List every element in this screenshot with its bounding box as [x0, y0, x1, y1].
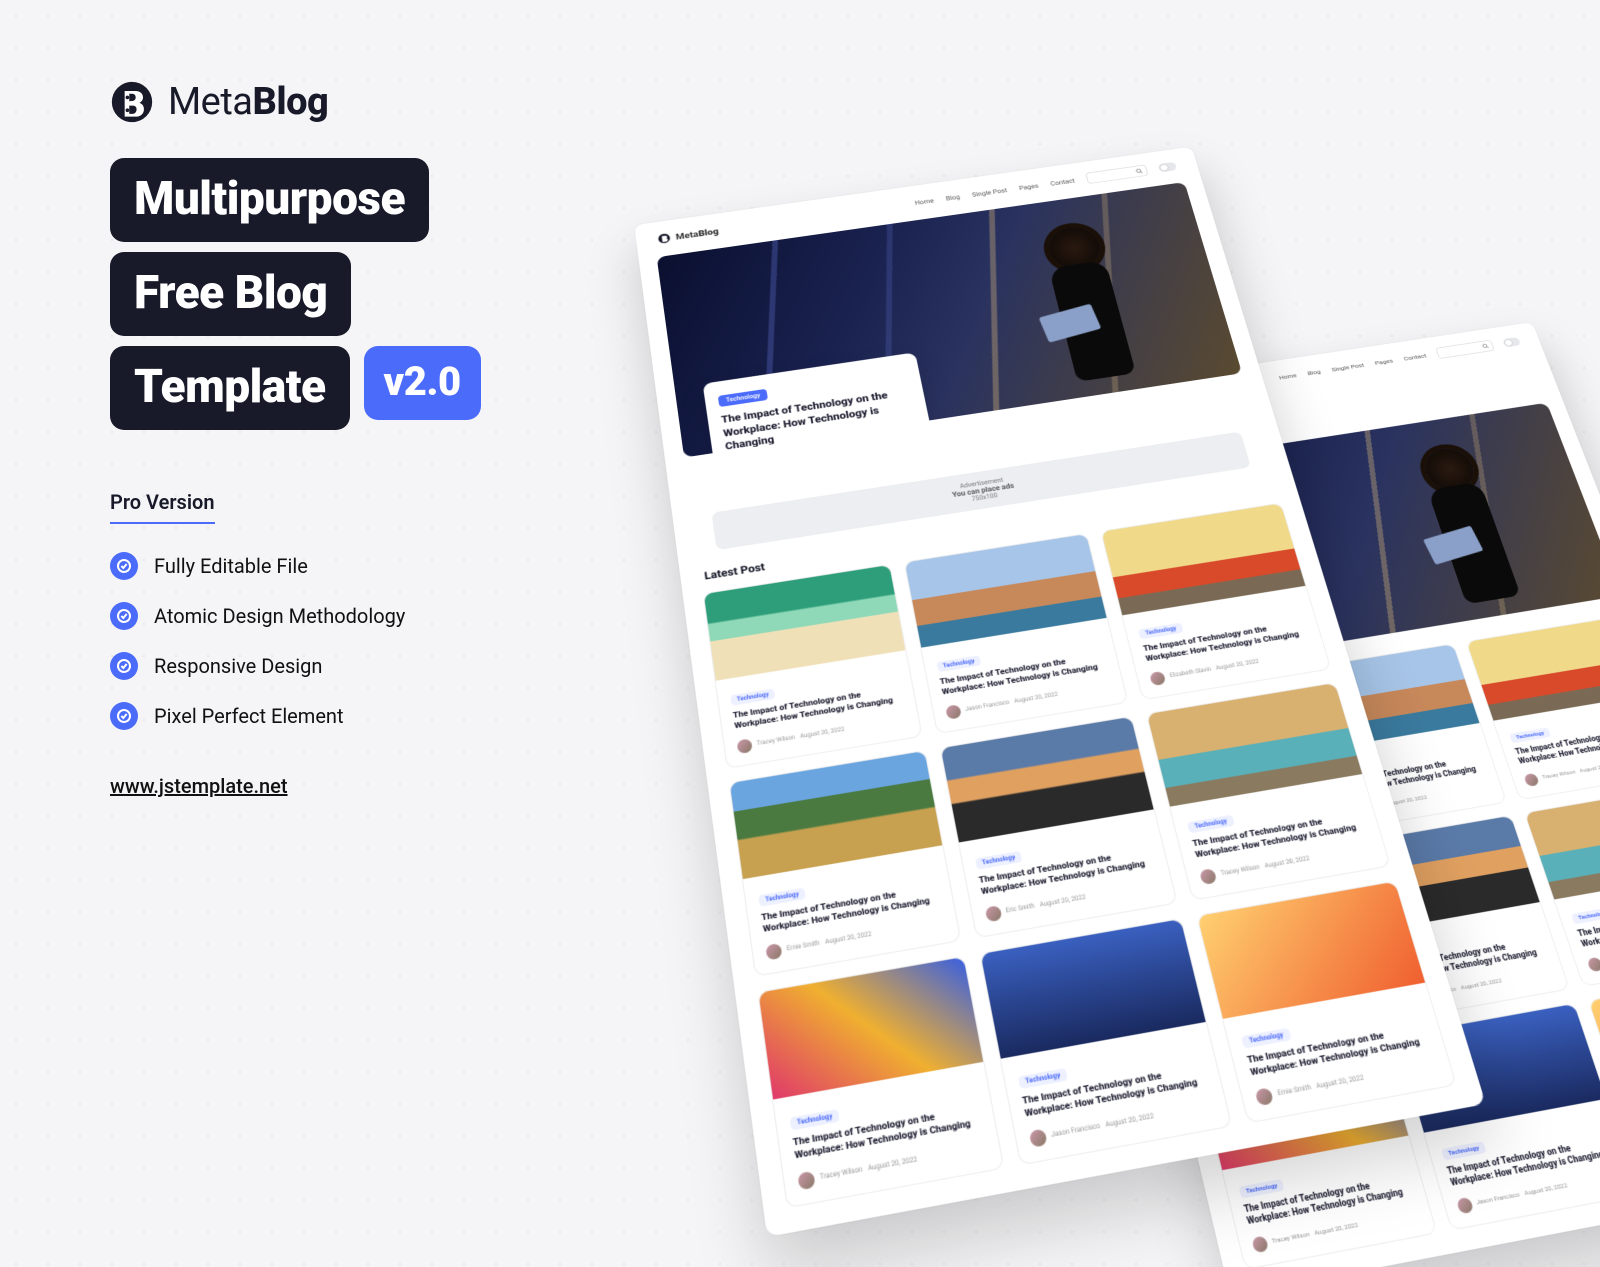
category-badge: Technology	[975, 851, 1023, 870]
post-card[interactable]: TechnologyThe Impact of Technology on th…	[729, 750, 961, 977]
features-list: Fully Editable File Atomic Design Method…	[110, 552, 670, 730]
preview-nav: Home Blog Single Post Pages Contact	[1277, 336, 1521, 383]
search-input[interactable]	[1435, 340, 1495, 359]
avatar	[1456, 1197, 1474, 1215]
avatar	[1149, 671, 1166, 686]
theme-toggle[interactable]	[1158, 162, 1178, 173]
feature-text: Pixel Perfect Element	[154, 704, 344, 728]
avatar	[765, 943, 782, 960]
avatar	[1524, 773, 1541, 787]
nav-link[interactable]: Contact	[1403, 352, 1427, 362]
theme-toggle[interactable]	[1502, 337, 1521, 348]
version-badge: v2.0	[364, 346, 481, 420]
category-badge: Technology	[789, 1109, 840, 1130]
nav-link[interactable]: Pages	[1018, 182, 1039, 191]
avatar	[1251, 1235, 1269, 1253]
check-icon	[110, 552, 138, 580]
headline-pill-3: Template	[110, 346, 350, 430]
feature-item: Fully Editable File	[110, 552, 670, 580]
category-badge: Technology	[936, 655, 981, 672]
avatar	[797, 1171, 815, 1191]
preview-home-page: MetaBlog Home Blog Single Post Pages Con…	[634, 147, 1486, 1237]
headline-pill-1: Multipurpose	[110, 158, 429, 242]
nav-link[interactable]: Single Post	[1331, 362, 1365, 373]
check-icon	[110, 602, 138, 630]
feature-text: Fully Editable File	[154, 554, 308, 578]
post-card[interactable]: TechnologyThe Impact of Technology on th…	[757, 956, 1004, 1209]
post-card[interactable]: TechnologyThe Impact of Technology on th…	[939, 716, 1178, 939]
avatar	[1199, 868, 1217, 885]
category-badge: Technology	[1187, 815, 1234, 834]
check-icon	[110, 652, 138, 680]
category-badge: Technology	[1509, 728, 1550, 744]
category-badge: Technology	[718, 389, 769, 407]
post-thumbnail	[1525, 784, 1600, 899]
avatar	[737, 738, 753, 754]
category-badge: Technology	[730, 688, 775, 705]
category-badge: Technology	[1018, 1068, 1068, 1089]
post-card[interactable]: TechnologyThe Impact of Technology on th…	[979, 918, 1233, 1166]
post-card[interactable]: TechnologyThe Impact of Technology on th…	[1196, 880, 1457, 1123]
feature-item: Pixel Perfect Element	[110, 702, 670, 730]
category-badge: Technology	[1571, 907, 1600, 924]
pro-version-label: Pro Version	[110, 490, 215, 524]
post-card[interactable]: TechnologyThe Impact of Technology on th…	[1101, 502, 1332, 700]
preview-brand: MetaBlog	[657, 226, 719, 245]
search-icon	[1135, 168, 1143, 174]
nav-link[interactable]: Pages	[1374, 357, 1394, 366]
nav-link[interactable]: Single Post	[971, 187, 1007, 198]
search-input[interactable]	[1085, 165, 1148, 185]
nav-link[interactable]: Blog	[945, 193, 960, 201]
brand: MetaBlog	[110, 80, 670, 124]
category-badge: Technology	[1441, 1141, 1487, 1160]
feature-text: Atomic Design Methodology	[154, 604, 405, 628]
nav-link[interactable]: Blog	[1307, 368, 1322, 376]
website-url[interactable]: www.jstemplate.net	[110, 774, 670, 798]
search-icon	[1481, 343, 1489, 349]
post-card[interactable]: TechnologyThe Impact of Technology on th…	[703, 564, 923, 769]
avatar	[1587, 957, 1600, 973]
category-badge: Technology	[1241, 1028, 1291, 1049]
avatar	[1255, 1087, 1274, 1106]
feature-item: Atomic Design Methodology	[110, 602, 670, 630]
brand-logo-icon	[110, 80, 154, 124]
nav-link[interactable]: Home	[914, 197, 934, 206]
headline-pill-2: Free Blog	[110, 252, 351, 336]
avatar	[984, 905, 1002, 922]
brand-name: MetaBlog	[168, 80, 328, 124]
avatar	[1028, 1128, 1047, 1147]
feature-text: Responsive Design	[154, 654, 322, 678]
category-badge: Technology	[1138, 623, 1183, 640]
nav-link[interactable]: Home	[1278, 372, 1297, 381]
avatar	[945, 704, 962, 719]
feature-item: Responsive Design	[110, 652, 670, 680]
post-card[interactable]: TechnologyThe Impact of Technology on th…	[903, 533, 1128, 734]
category-badge: Technology	[758, 887, 806, 906]
check-icon	[110, 702, 138, 730]
nav-link[interactable]: Contact	[1050, 177, 1076, 187]
category-badge: Technology	[1239, 1179, 1285, 1199]
post-card[interactable]: TechnologyThe Impact of Technology on th…	[1146, 682, 1391, 901]
